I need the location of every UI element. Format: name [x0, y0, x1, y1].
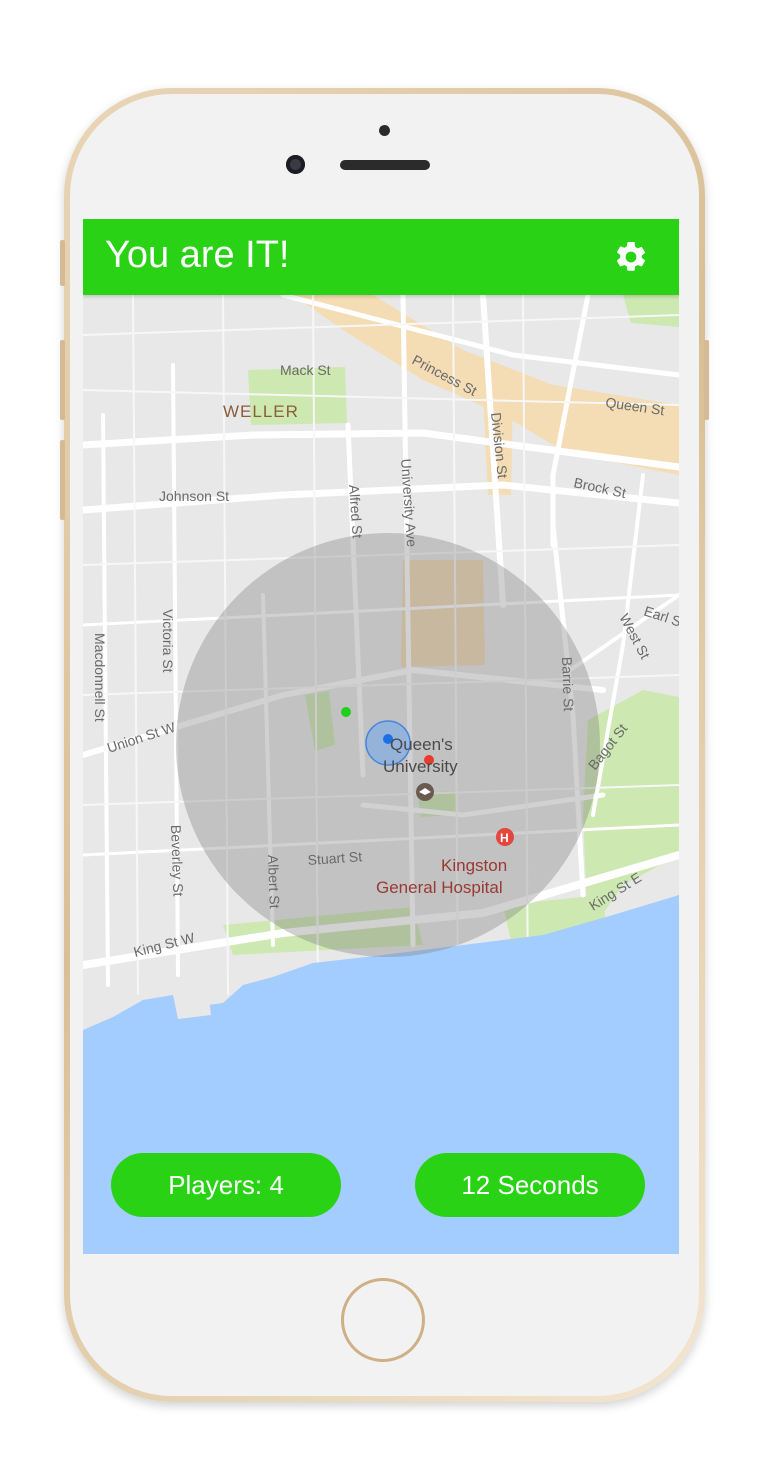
street-label-mack: Mack St: [280, 362, 331, 378]
power-button: [704, 340, 709, 420]
poi-label-hospital-line2: General Hospital: [376, 878, 503, 897]
pier: [173, 990, 211, 1019]
home-button[interactable]: [341, 1278, 425, 1362]
front-camera-icon: [286, 155, 305, 174]
mute-switch: [60, 240, 65, 286]
timer-button[interactable]: 12 Seconds: [415, 1153, 645, 1217]
game-map[interactable]: Mack St Princess St Queen St Division St…: [83, 295, 679, 1254]
proximity-sensor: [379, 125, 390, 136]
earpiece-speaker: [340, 160, 430, 170]
poi-label-university-line2: University: [383, 757, 458, 776]
street-label-victoria: Victoria St: [160, 609, 176, 673]
player-marker-green[interactable]: [341, 707, 351, 717]
street-label-barrie: Barrie St: [559, 657, 577, 712]
street-label-beverley: Beverley St: [168, 825, 186, 897]
players-count-button[interactable]: Players: 4: [111, 1153, 341, 1217]
street-label-albert: Albert St: [265, 855, 283, 909]
players-count-label: Players: 4: [168, 1169, 284, 1200]
park-top-right: [623, 295, 679, 327]
street-label-macdonnell: Macdonnell St: [92, 633, 108, 722]
timer-label: 12 Seconds: [461, 1169, 599, 1200]
poi-label-university-line1: Queen's: [390, 735, 453, 754]
page-title: You are IT!: [105, 234, 290, 276]
app-screen: You are IT! Mack St Princess St Queen St…: [83, 219, 679, 1254]
district-label: WELLER: [223, 402, 299, 421]
volume-up-button: [60, 340, 65, 420]
street-label-johnson: Johnson St: [159, 488, 229, 504]
hospital-icon-glyph: H: [500, 831, 509, 845]
gear-icon: [616, 241, 646, 271]
app-bar: You are IT!: [83, 219, 679, 295]
settings-button[interactable]: [609, 235, 653, 279]
volume-down-button: [60, 440, 65, 520]
poi-label-hospital-line1: Kingston: [441, 856, 507, 875]
